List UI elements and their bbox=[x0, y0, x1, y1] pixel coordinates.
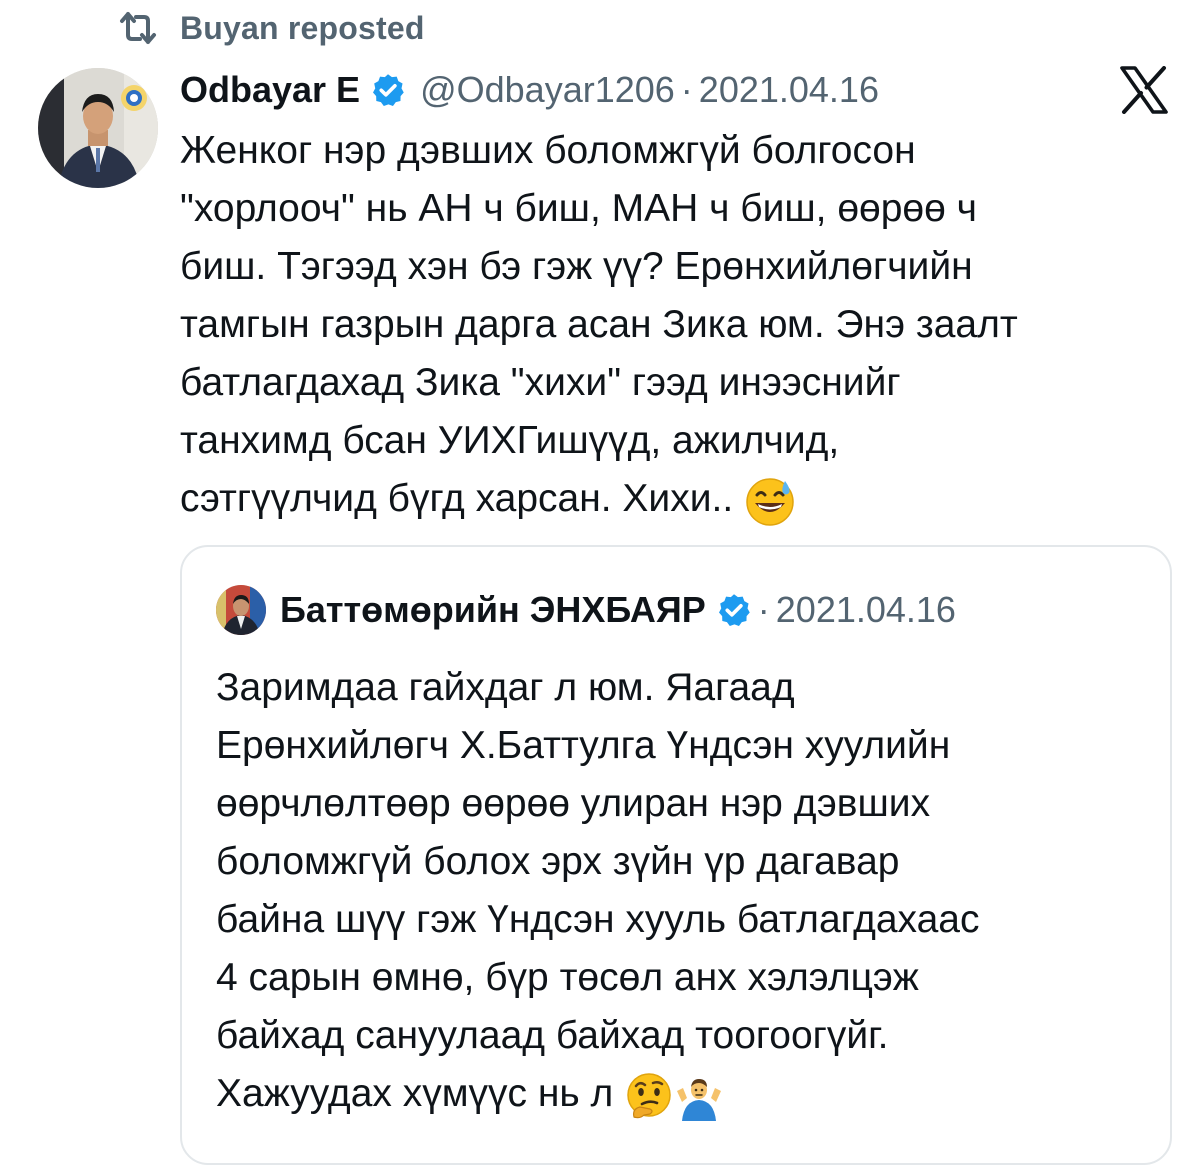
tweet-text: Женког нэр дэвших боломжгүй болгосон "хо… bbox=[180, 122, 1180, 528]
quoted-avatar-photo bbox=[216, 585, 266, 635]
author-display-name[interactable]: Odbayar E bbox=[180, 69, 360, 111]
quoted-author-avatar[interactable] bbox=[216, 585, 266, 635]
grinning-sweat-emoji bbox=[746, 477, 794, 526]
tweet-header: Odbayar E @Odbayar1206 · 2021.04.16 bbox=[180, 64, 879, 116]
man-shrugging-emoji bbox=[677, 1078, 722, 1121]
separator-dot: · bbox=[680, 69, 693, 110]
repost-indicator[interactable]: Buyan reposted bbox=[118, 8, 425, 48]
tweet-text-content: Женког нэр дэвших боломжгүй болгосон "хо… bbox=[180, 129, 1018, 520]
separator-dot: · bbox=[757, 589, 770, 630]
quoted-tweet-text-content: Заримдаа гайхдаг л юм. Яагаад Ерөнхийлөг… bbox=[216, 666, 980, 1115]
repost-label: Buyan reposted bbox=[180, 9, 425, 46]
verified-badge-icon bbox=[718, 594, 750, 627]
quoted-tweet-header: Баттөмөрийн ЭНХБАЯР · 2021.04.16 bbox=[216, 585, 956, 635]
quoted-tweet-card[interactable]: Баттөмөрийн ЭНХБАЯР · 2021.04.16 Заримда… bbox=[180, 545, 1172, 1165]
quoted-tweet-text: Заримдаа гайхдаг л юм. Яагаад Ерөнхийлөг… bbox=[216, 659, 1156, 1123]
quoted-tweet-date[interactable]: 2021.04.16 bbox=[776, 589, 956, 631]
x-logo-icon[interactable] bbox=[1118, 66, 1170, 114]
author-handle[interactable]: @Odbayar1206 bbox=[420, 69, 675, 111]
quoted-author-display-name[interactable]: Баттөмөрийн ЭНХБАЯР bbox=[280, 589, 706, 631]
verified-badge-icon bbox=[373, 74, 404, 107]
avatar[interactable] bbox=[38, 68, 158, 188]
avatar-photo bbox=[38, 68, 158, 188]
repost-icon bbox=[120, 12, 156, 44]
thinking-face-emoji bbox=[627, 1072, 671, 1118]
tweet-date[interactable]: 2021.04.16 bbox=[699, 69, 879, 111]
